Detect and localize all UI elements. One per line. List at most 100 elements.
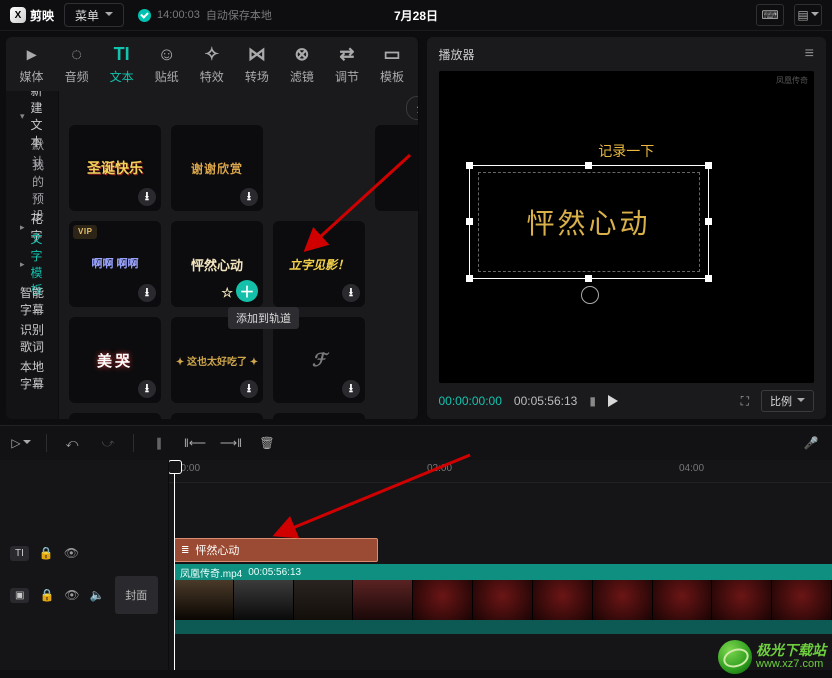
- text-category-sidebar: ▾新建文本 默认 我的预设 ▸花字 ▸文字模板 智能字幕 识别歌词 本地字幕: [6, 91, 59, 419]
- template-card[interactable]: ↖: [273, 413, 365, 419]
- play-button[interactable]: [608, 395, 618, 407]
- video-thumbnails: [174, 580, 832, 620]
- media-icon: ▸: [27, 44, 36, 65]
- undo-button[interactable]: ⤺: [61, 432, 83, 454]
- video-watermark: 凤凰传奇: [776, 75, 808, 86]
- download-icon[interactable]: ⭳: [240, 188, 258, 206]
- chevron-down-icon: [23, 436, 31, 451]
- text-clip-icon: ≣: [181, 545, 189, 556]
- tab-media[interactable]: ▸媒体: [12, 40, 51, 88]
- timeline: TI 🔒 👁 ▣ 🔒 👁 🔈 封面 00:00 02:00 04:00 ≣ 怦然…: [0, 460, 832, 670]
- panel-menu-icon[interactable]: ≡: [805, 45, 814, 63]
- download-icon[interactable]: ⭳: [342, 380, 360, 398]
- download-icon[interactable]: ⭳: [138, 380, 156, 398]
- sidebar-item-smart-caption[interactable]: 智能字幕: [10, 283, 54, 319]
- record-voiceover-button[interactable]: 🎤: [800, 432, 822, 454]
- fullscreen-icon[interactable]: ⛶: [741, 394, 749, 409]
- template-grid: 圣诞快乐⭳ 谢谢欣赏⭳ ⭳ VIP啊啊 啊啊⭳ 怦然心动 ☆ ＋ 添加到轨道: [59, 125, 417, 419]
- adjust-icon: ⇄: [339, 44, 354, 65]
- main-menu-dropdown[interactable]: 菜单: [64, 3, 124, 27]
- layout-icon[interactable]: ▤: [794, 4, 822, 26]
- template-card[interactable]: 立字见影！⭳: [273, 221, 365, 307]
- tab-filter[interactable]: ⊗滤镜: [282, 40, 321, 88]
- template-card[interactable]: 圣诞快乐⭳: [69, 125, 161, 211]
- template-card[interactable]: ⭳: [375, 125, 417, 211]
- template-card[interactable]: [171, 413, 263, 419]
- duration-timecode: 00:05:56:13: [514, 394, 577, 408]
- current-timecode: 00:00:00:00: [439, 394, 502, 408]
- download-icon[interactable]: ⭳: [240, 380, 258, 398]
- delete-clip-button[interactable]: 🗑: [256, 432, 278, 454]
- sidebar-item-my-presets[interactable]: 我的预设: [10, 172, 54, 208]
- preview-subtitle: 记录一下: [439, 141, 815, 161]
- split-clip-button[interactable]: ∥: [148, 432, 170, 454]
- mute-icon[interactable]: 🔈: [90, 588, 105, 602]
- template-card[interactable]: ✦ 这也太好吃了 ✦⭳: [171, 317, 263, 403]
- pointer-tool[interactable]: ▷: [10, 432, 32, 454]
- tab-sticker[interactable]: ☺贴纸: [147, 40, 186, 88]
- audio-icon: ◌: [71, 44, 82, 65]
- main-menu-label: 菜单: [75, 7, 99, 24]
- tab-adjust[interactable]: ⇄调节: [327, 40, 366, 88]
- sidebar-item-new-text[interactable]: ▾新建文本: [10, 98, 54, 134]
- ruler-label: 02:00: [427, 463, 452, 474]
- top-bar: X 剪映 菜单 14:00:03 自动保存本地 7月28日 ⌨ ▤: [0, 0, 832, 31]
- download-icon[interactable]: ⭳: [138, 188, 156, 206]
- timeline-tracks[interactable]: 00:00 02:00 04:00 ≣ 怦然心动 凤凰传奇.mp4 00:05:…: [169, 460, 832, 670]
- template-card[interactable]: ℱ⭳: [273, 317, 365, 403]
- aspect-ratio-dropdown[interactable]: 比例: [761, 390, 814, 412]
- seek-tick-icon[interactable]: ▮: [589, 394, 596, 408]
- cursor-icon: ↖: [291, 417, 301, 419]
- tab-effects[interactable]: ✧特效: [192, 40, 231, 88]
- video-preview[interactable]: 凤凰传奇 记录一下 怦然心动: [439, 71, 815, 383]
- sidebar-item-local-caption[interactable]: 本地字幕: [10, 357, 54, 393]
- split-right-button[interactable]: ⟶‖: [220, 432, 242, 454]
- audio-waveform[interactable]: [174, 620, 832, 634]
- effects-icon: ✧: [204, 44, 219, 65]
- template-card[interactable]: 美哭⭳: [69, 317, 161, 403]
- watermark-url: www.xz7.com: [756, 657, 826, 671]
- text-clip[interactable]: ≣ 怦然心动: [174, 538, 378, 562]
- autosave-time: 14:00:03: [157, 9, 200, 21]
- sidebar-item-lyrics[interactable]: 识别歌词: [10, 320, 54, 356]
- template-card[interactable]: [69, 413, 161, 419]
- visibility-icon[interactable]: 👁: [64, 546, 79, 560]
- video-clip[interactable]: 凤凰传奇.mp4 00:05:56:13: [169, 564, 832, 620]
- sidebar-item-text-template[interactable]: ▸文字模板: [10, 246, 54, 282]
- filter-all-dropdown[interactable]: 全部 ⇅: [406, 96, 418, 120]
- time-ruler[interactable]: 00:00 02:00 04:00: [169, 460, 832, 483]
- redo-button[interactable]: ⤻: [97, 432, 119, 454]
- video-clip-duration: 00:05:56:13: [248, 567, 301, 578]
- preview-controls: 00:00:00:00 00:05:56:13 ▮ ⛶ 比例: [427, 383, 827, 419]
- template-card[interactable]: 谢谢欣赏⭳: [171, 125, 263, 211]
- autosave-text: 自动保存本地: [206, 7, 272, 23]
- chevron-down-icon: [811, 8, 819, 23]
- template-card[interactable]: VIP啊啊 啊啊⭳: [69, 221, 161, 307]
- tab-transition[interactable]: ⋈转场: [237, 40, 276, 88]
- lock-icon[interactable]: 🔒: [39, 546, 54, 560]
- template-card-hover[interactable]: 怦然心动 ☆ ＋ 添加到轨道: [171, 221, 263, 307]
- lock-icon[interactable]: 🔒: [39, 588, 54, 602]
- vip-badge: VIP: [73, 225, 97, 239]
- watermark-title: 极光下载站: [756, 643, 826, 657]
- rotate-handle[interactable]: [581, 286, 599, 304]
- download-icon[interactable]: ⭳: [138, 284, 156, 302]
- project-date-title: 7月28日: [394, 7, 438, 24]
- template-icon: ▭: [384, 44, 401, 65]
- keyboard-shortcuts-icon[interactable]: ⌨: [756, 4, 784, 26]
- preview-text-content: 怦然心动: [526, 202, 650, 242]
- visibility-icon[interactable]: 👁: [64, 588, 79, 602]
- cover-frame-button[interactable]: 封面: [115, 576, 158, 614]
- site-watermark: 极光下载站 www.xz7.com: [718, 640, 826, 674]
- asset-type-tabs: ▸媒体 ◌音频 TI文本 ☺贴纸 ✧特效 ⋈转场 ⊗滤镜 ⇄调节 ▭模板: [6, 37, 418, 91]
- download-icon[interactable]: ⭳: [342, 284, 360, 302]
- tab-audio[interactable]: ◌音频: [57, 40, 96, 88]
- tab-template[interactable]: ▭模板: [373, 40, 412, 88]
- timeline-toolbar: ▷ ⤺ ⤻ ∥ ‖⟵ ⟶‖ 🗑 🎤: [0, 425, 832, 460]
- add-to-track-button[interactable]: ＋: [236, 280, 258, 302]
- favorite-icon[interactable]: ☆: [221, 285, 233, 301]
- tab-text[interactable]: TI文本: [102, 40, 141, 88]
- playhead[interactable]: [174, 462, 175, 670]
- split-left-button[interactable]: ‖⟵: [184, 432, 206, 454]
- text-bounding-box[interactable]: 怦然心动: [469, 165, 709, 279]
